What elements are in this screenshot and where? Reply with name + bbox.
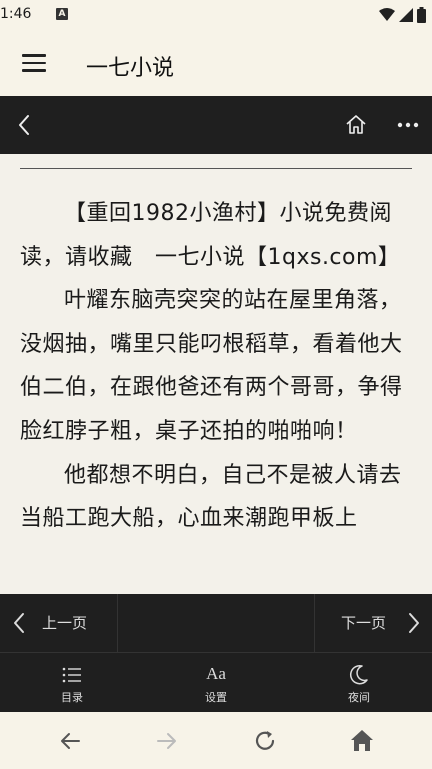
back-icon[interactable] — [55, 726, 85, 756]
reading-content: 【重回1982小渔村】小说免费阅读，请收藏 一七小说【1qxs.com】 叶耀东… — [0, 154, 432, 594]
more-dots-icon[interactable] — [395, 113, 421, 137]
settings-label: 设置 — [205, 691, 227, 704]
night-label: 夜间 — [348, 691, 370, 704]
next-page-label: 下一页 — [341, 614, 387, 632]
prev-page-label: 上一页 — [42, 614, 88, 632]
night-mode-button[interactable]: 夜间 — [319, 653, 399, 713]
app-title: 一七小说 — [86, 56, 175, 81]
paragraph: 【重回1982小渔村】小说免费阅读，请收藏 一七小说【1qxs.com】 — [20, 201, 401, 270]
reload-icon[interactable] — [250, 726, 280, 756]
content-divider — [20, 168, 412, 169]
wifi-icon — [379, 8, 395, 21]
chapter-text: 【重回1982小渔村】小说免费阅读，请收藏 一七小说【1qxs.com】 叶耀东… — [20, 192, 414, 541]
back-arrow-icon[interactable] — [12, 112, 38, 138]
app-bar: 一七小说 — [0, 32, 432, 96]
paragraph: 叶耀东脑壳突突的站在屋里角落，没烟抽，嘴里只能叼根稻草，看着他大伯二伯，在跟他爸… — [20, 288, 403, 444]
hamburger-menu-icon[interactable] — [22, 54, 46, 74]
browser-nav-bar — [0, 712, 432, 769]
battery-icon — [417, 7, 426, 23]
chevron-right-icon — [409, 613, 419, 633]
forward-icon[interactable] — [152, 726, 182, 756]
prev-page-button[interactable]: 上一页 — [0, 594, 118, 652]
status-indicators — [379, 7, 426, 23]
status-bar: 1:46 A — [0, 0, 432, 32]
toc-label: 目录 — [61, 691, 83, 704]
chevron-left-icon — [14, 613, 24, 633]
reader-toolbar: 目录 Aa 设置 夜间 — [0, 652, 432, 713]
font-size-icon: Aa — [206, 664, 226, 683]
home-icon[interactable] — [344, 113, 368, 137]
settings-button[interactable]: Aa 设置 — [176, 653, 256, 713]
moon-icon — [349, 664, 368, 685]
page-navigation: 上一页 下一页 — [0, 594, 432, 652]
list-icon — [62, 667, 81, 683]
toc-button[interactable]: 目录 — [32, 653, 112, 713]
home-icon[interactable] — [347, 726, 377, 756]
signal-icon — [399, 8, 413, 22]
notification-icon: A — [56, 8, 68, 20]
status-time: 1:46 — [0, 6, 32, 22]
reader-top-bar — [0, 96, 432, 154]
paragraph: 他都想不明白，自己不是被人请去当船工跑大船，心血来潮跑甲板上 — [20, 462, 402, 532]
next-page-button[interactable]: 下一页 — [314, 594, 432, 652]
